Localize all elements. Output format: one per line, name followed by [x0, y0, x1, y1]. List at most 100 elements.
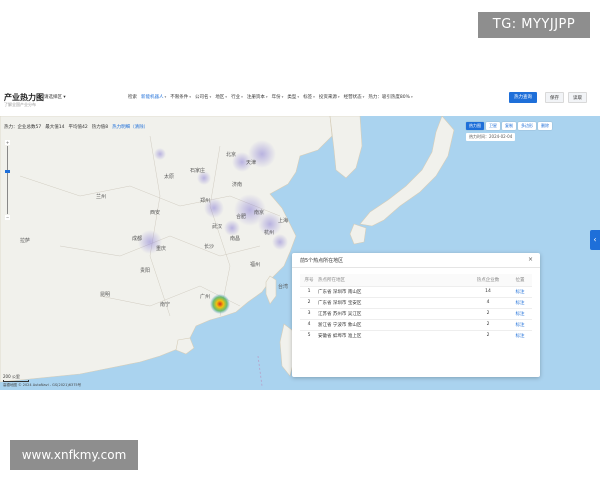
locate-link[interactable]: 标注: [508, 296, 532, 308]
heat-time: 热力时间：2024-02-04: [466, 133, 516, 141]
locate-link[interactable]: 标注: [508, 329, 532, 341]
side-panel-toggle[interactable]: ‹: [590, 230, 600, 250]
city-label: 郑州: [200, 197, 210, 204]
popup-title: 前5个热点所在地区: [300, 258, 344, 264]
col-index: 序号: [300, 274, 318, 286]
stat-avg: 平均值42: [68, 125, 88, 130]
map-scale: 200 公里: [3, 374, 29, 382]
filter-industry[interactable]: 行业 ▾: [231, 94, 243, 100]
cell-region: 广东省 深圳市 南山区: [318, 285, 468, 297]
tool-copy[interactable]: 复制: [502, 122, 516, 130]
tool-heatmap[interactable]: 热力图: [466, 122, 484, 130]
filter-status[interactable]: 经营状态 ▾: [344, 94, 365, 100]
tool-delete[interactable]: 删除: [538, 122, 552, 130]
filter-label: 注册资本: [246, 95, 265, 100]
popup-divider: [292, 267, 540, 268]
chevron-down-icon: ▾: [225, 95, 228, 99]
map-toolbar: 热力图 卫星 复制 多边形 删除: [466, 122, 552, 130]
col-count: 热点企业数: [468, 274, 508, 286]
city-label: 福州: [250, 261, 260, 268]
filter-label: 行业: [231, 95, 241, 100]
locate-link[interactable]: 标注: [508, 318, 532, 330]
stat-total: 热力：企业总数57: [4, 125, 42, 130]
zoom-slider[interactable]: [5, 146, 10, 214]
watermark-bottom: www.xnfkmy.com: [10, 440, 138, 470]
load-button[interactable]: 读取: [568, 92, 587, 103]
hotspot-table: 序号 热点所在地区 热点企业数 位置 1 广东省 深圳市 南山区 14 标注 2…: [300, 274, 532, 341]
cell-region: 浙江省 宁波市 象山区: [318, 318, 468, 330]
filter-label: 新能机器人: [141, 95, 164, 100]
map-copyright: 高德地图 © 2024 AutoNavi - GS(2021)6375号: [3, 383, 82, 387]
zoom-knob[interactable]: [5, 170, 10, 173]
tool-satellite[interactable]: 卫星: [486, 122, 500, 130]
table-row: 5 安徽省 蚌埠市 淮上区 2 标注: [300, 329, 532, 341]
filter-label: 投资来源: [318, 95, 337, 100]
filter-label: 类型: [287, 95, 297, 100]
chevron-down-icon: ▾: [265, 95, 268, 99]
filter-invest-source[interactable]: 投资来源 ▾: [319, 94, 340, 100]
city-label: 济南: [232, 181, 242, 188]
filter-tag[interactable]: 标签 ▾: [303, 94, 315, 100]
kyushu-shape: [349, 223, 367, 245]
city-label: 西安: [150, 209, 160, 216]
city-label: 杭州: [264, 229, 274, 236]
filter-type[interactable]: 类型 ▾: [287, 94, 299, 100]
cell-index: 1: [300, 285, 318, 297]
city-label: 合肥: [236, 213, 246, 220]
filter-capital[interactable]: 注册资本 ▾: [247, 94, 268, 100]
col-region: 热点所在地区: [318, 274, 468, 286]
chevron-down-icon: ▾: [410, 95, 413, 99]
filter-region[interactable]: 地区 ▾: [215, 94, 227, 100]
app-header: 产业热力图 了解全国产业分布 请选择区 ▾ 检索 新能机器人 ▾ 不限条件 ▾ 公司…: [0, 88, 600, 112]
city-label: 拉萨: [20, 237, 30, 244]
table-row: 4 浙江省 宁波市 象山区 2 标注: [300, 318, 532, 330]
filter-label: 公司名: [195, 95, 209, 100]
filter-company[interactable]: 公司名 ▾: [195, 94, 211, 100]
stat-max: 最大值14: [45, 125, 65, 130]
zoom-out-button[interactable]: −: [5, 215, 10, 220]
cell-count: 4: [468, 296, 508, 308]
city-label: 重庆: [156, 245, 166, 252]
filter-label: 经营状态: [343, 95, 362, 100]
filter-bar: 检索 新能机器人 ▾ 不限条件 ▾ 公司名 ▾ 地区 ▾ 行业 ▾ 注册资本 ▾ 年份 ▾ 类…: [128, 94, 413, 100]
chevron-down-icon: ▾: [209, 95, 212, 99]
filter-label: 热力：吸引热度80%: [368, 95, 410, 100]
heat-stats: 热力：企业总数57 最大值14 平均值42 热力值8 热力明细（清除）: [4, 124, 148, 130]
city-label: 长沙: [204, 243, 214, 250]
city-label: 昆明: [100, 292, 110, 298]
page: TG: MYYJJPP 产业热力图 了解全国产业分布 请选择区 ▾ 检索 新能机…: [0, 0, 600, 480]
zoom-in-button[interactable]: +: [5, 140, 10, 145]
locate-link[interactable]: 标注: [508, 307, 532, 319]
filter-condition[interactable]: 不限条件 ▾: [170, 94, 191, 100]
col-location: 位置: [508, 274, 532, 286]
city-label: 上海: [278, 217, 288, 224]
hainan-shape: [175, 337, 195, 355]
chevron-down-icon: ▾: [164, 95, 167, 99]
city-label: 北京: [226, 151, 236, 158]
locate-link[interactable]: 标注: [508, 285, 532, 297]
city-label: 南宁: [160, 301, 170, 308]
filter-year[interactable]: 年份 ▾: [272, 94, 284, 100]
chevron-down-icon: ▾: [362, 95, 365, 99]
heat-query-button[interactable]: 热力查询: [509, 92, 537, 103]
cell-index: 4: [300, 318, 318, 330]
scale-bar: [3, 380, 29, 382]
filter-keyword[interactable]: 新能机器人 ▾: [141, 94, 166, 100]
heat-detail-link[interactable]: 热力明细（清除）: [112, 124, 148, 130]
cell-count: 14: [468, 285, 508, 297]
close-icon[interactable]: ×: [528, 256, 533, 263]
cell-region: 安徽省 蚌埠市 淮上区: [318, 329, 468, 341]
city-label: 南昌: [230, 235, 240, 242]
chevron-down-icon: ▾: [337, 95, 340, 99]
filter-label: 标签: [303, 95, 313, 100]
chevron-down-icon: ▾: [313, 95, 315, 99]
cell-count: 2: [468, 329, 508, 341]
filter-label: 不限条件: [170, 95, 189, 100]
region-select[interactable]: 请选择区 ▾: [44, 94, 66, 100]
city-label: 广州: [200, 293, 210, 300]
filter-search[interactable]: 检索: [128, 94, 137, 100]
save-button[interactable]: 保存: [545, 92, 564, 103]
filter-heat[interactable]: 热力：吸引热度80% ▾: [368, 94, 412, 100]
tool-polygon[interactable]: 多边形: [518, 122, 536, 130]
chevron-down-icon: ▾: [297, 95, 300, 99]
